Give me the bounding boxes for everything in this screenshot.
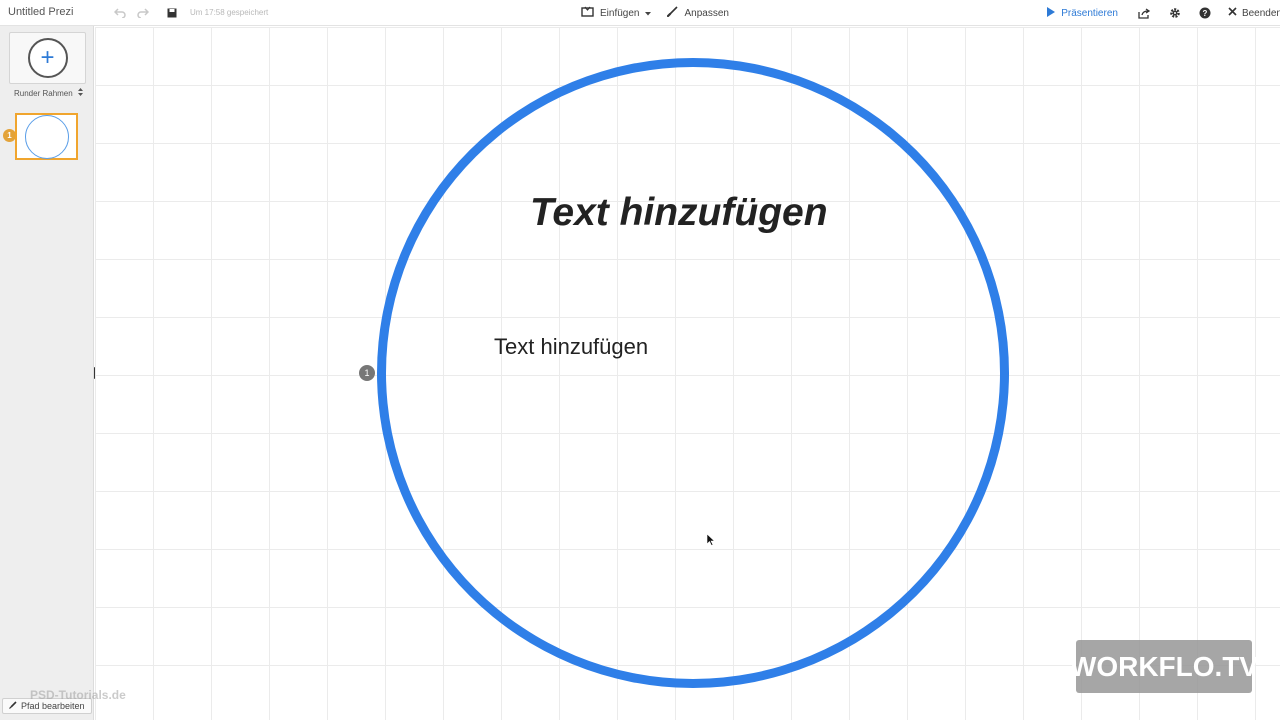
pencil-icon	[9, 701, 17, 711]
mouse-cursor-icon	[706, 533, 716, 551]
insert-icon	[581, 6, 594, 20]
add-frame-button[interactable]: +	[9, 32, 86, 84]
save-status: Um 17:58 gespeichert	[190, 8, 269, 17]
insert-button[interactable]: Einfügen	[577, 4, 655, 22]
chevron-down-icon	[645, 8, 652, 19]
end-button[interactable]: Beenden	[1228, 7, 1280, 19]
right-menu: Präsentieren ? Beenden	[1047, 4, 1280, 22]
center-menu: Einfügen Anpassen	[577, 4, 733, 22]
close-icon	[1228, 7, 1237, 19]
plus-icon: +	[27, 38, 68, 78]
top-toolbar: Untitled Prezi Um 17:58 gespeichert Einf…	[0, 0, 1280, 26]
play-icon	[1047, 6, 1056, 20]
insert-label: Einfügen	[600, 7, 640, 19]
frames-sidebar: + Runder Rahmen 1 Pfad bearbeiten	[0, 26, 94, 720]
document-title[interactable]: Untitled Prezi	[8, 6, 73, 18]
frame-type-select[interactable]: Runder Rahmen	[14, 88, 83, 98]
redo-icon[interactable]	[135, 5, 151, 21]
customize-label: Anpassen	[684, 7, 729, 19]
end-label: Beenden	[1241, 7, 1280, 19]
workflo-watermark: WORKFLO.TV	[1070, 640, 1258, 693]
customize-button[interactable]: Anpassen	[663, 4, 732, 22]
save-icon[interactable]	[164, 5, 180, 21]
path-number-badge[interactable]: 1	[359, 365, 375, 381]
present-button[interactable]: Präsentieren	[1047, 6, 1118, 20]
thumb-circle	[24, 114, 69, 159]
round-frame[interactable]	[377, 58, 1009, 688]
edit-path-label: Pfad bearbeiten	[21, 701, 85, 711]
brush-icon	[667, 6, 679, 20]
psd-watermark: PSD-Tutorials.de	[30, 688, 126, 702]
gear-icon[interactable]	[1168, 6, 1182, 20]
canvas[interactable]: 1 Text hinzufügen Text hinzufügen	[95, 27, 1280, 720]
undo-icon[interactable]	[112, 5, 128, 21]
title-text-box[interactable]: Text hinzufügen	[530, 191, 828, 235]
present-label: Präsentieren	[1061, 7, 1118, 19]
body-text-box[interactable]: Text hinzufügen	[494, 334, 648, 360]
updown-chevron-icon	[77, 88, 83, 98]
share-icon[interactable]	[1138, 6, 1152, 20]
help-icon[interactable]: ?	[1198, 6, 1212, 20]
frame-type-label: Runder Rahmen	[14, 88, 73, 98]
svg-text:?: ?	[1203, 9, 1208, 18]
frame-thumbnail[interactable]	[15, 113, 78, 160]
